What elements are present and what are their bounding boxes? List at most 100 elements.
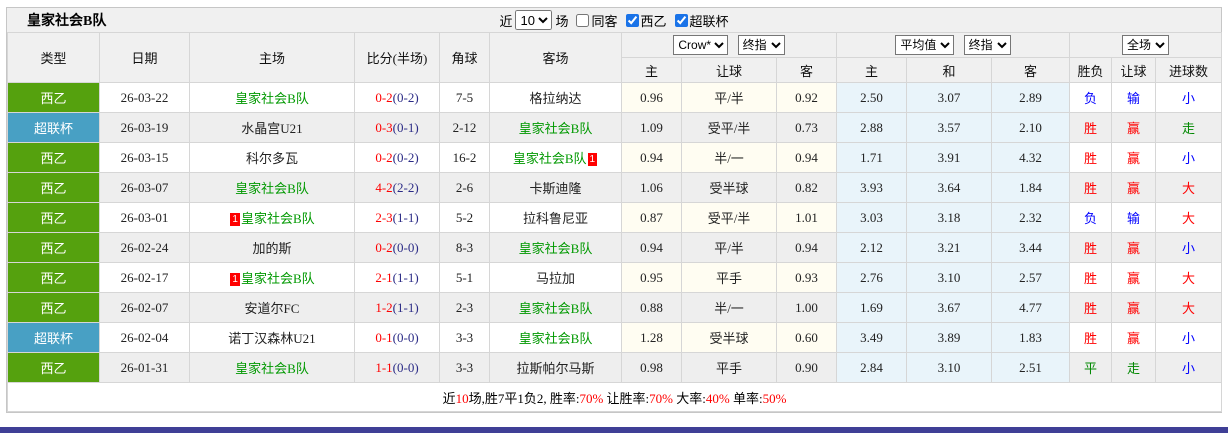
home-team-cell[interactable]: 科尔多瓦 [189,142,355,173]
home-team-cell[interactable]: 水晶宫U21 [189,112,355,143]
result-cell: 负 [1069,82,1113,113]
avg-draw-cell: 3.10 [906,352,993,383]
handicap-result-cell: 赢 [1111,322,1157,353]
away-team-cell[interactable]: 皇家社会B队 1 [489,142,622,173]
date-cell: 26-02-04 [99,322,190,353]
home-team-cell[interactable]: 安道尔FC [189,292,355,323]
goals-cell: 小 [1155,352,1223,383]
home-team-cell[interactable]: 皇家社会B队 [189,172,355,203]
away-team-cell[interactable]: 皇家社会B队 [489,292,622,323]
home-team-cell[interactable]: 1 皇家社会B队 [189,262,355,293]
odds-away-cell: 0.82 [775,172,838,203]
rank-badge: 1 [230,213,240,226]
away-team-cell[interactable]: 皇家社会B队 [489,232,622,263]
match-row: 西乙 26-03-15 科尔多瓦 0-2(0-2) 16-2 皇家社会B队 1 0.94 半/一… [7,142,1223,173]
avg-away-cell: 2.51 [991,352,1071,383]
odds-time-select-1[interactable]: 终指 [737,35,785,55]
away-team-cell[interactable]: 拉斯帕尔马斯 [489,352,622,383]
col-avg-draw: 和 [906,57,993,83]
team-name[interactable]: 皇家社会B队 [241,271,315,286]
same-away-checkbox[interactable] [576,13,590,27]
score-cell: 0-2(0-0) [354,232,440,263]
col-handicap-result: 让球 [1111,57,1157,83]
team-name[interactable]: 皇家社会B队 [519,241,593,256]
col-result: 胜负 [1069,57,1113,83]
team-name[interactable]: 皇家社会B队 [241,211,315,226]
scope-header: 全场 [1069,32,1223,58]
odds-away-cell: 0.73 [775,112,838,143]
team-name[interactable]: 皇家社会B队 [235,361,309,376]
panel-title-bar: 皇家社会B队 近 10 场 同客 西乙 超联杯 [7,8,1221,32]
match-count-select[interactable]: 10 [515,10,553,30]
goals-cell: 小 [1155,82,1223,113]
filter-controls: 近 10 场 同客 西乙 超联杯 [7,8,1221,32]
team-name[interactable]: 皇家社会B队 [235,181,309,196]
odds-away-cell: 0.93 [775,262,838,293]
goals-cell: 小 [1155,322,1223,353]
odds-away-cell: 0.94 [775,142,838,173]
odds-handicap-cell: 平手 [681,262,777,293]
league-chaolianbei-checkbox[interactable] [674,13,688,27]
team-name[interactable]: 皇家社会B队 [519,331,593,346]
team-name[interactable]: 水晶宫U21 [241,121,302,136]
away-team-cell[interactable]: 卡斯迪隆 [489,172,622,203]
match-row: 西乙 26-02-07 安道尔FC 1-2(1-1) 2-3 皇家社会B队 0.88 半/一 1… [7,292,1223,323]
home-team-cell[interactable]: 加的斯 [189,232,355,263]
date-cell: 26-03-22 [99,82,190,113]
team-name[interactable]: 安道尔FC [245,301,300,316]
team-name[interactable]: 卡斯迪隆 [529,181,581,196]
score-cell: 1-2(1-1) [354,292,440,323]
odds-handicap-cell: 半/一 [681,292,777,323]
home-team-cell[interactable]: 皇家社会B队 [189,82,355,113]
odds-company-select[interactable]: Crow* [673,35,729,55]
league-type-cell: 西乙 [7,292,100,323]
team-name[interactable]: 拉科鲁尼亚 [523,211,588,226]
team-name[interactable]: 格拉纳达 [529,91,581,106]
odds-handicap-cell: 受平/半 [681,202,777,233]
team-name[interactable]: 皇家社会B队 [519,301,593,316]
league-xiyi-checkbox[interactable] [625,13,639,27]
team-name[interactable]: 拉斯帕尔马斯 [516,361,594,376]
team-name[interactable]: 诺丁汉森林U21 [228,331,315,346]
average-select[interactable]: 平均值 [895,35,955,55]
away-team-cell[interactable]: 格拉纳达 [489,82,622,113]
avg-home-cell: 1.71 [836,142,908,173]
col-date: 日期 [99,32,190,83]
match-row: 西乙 26-02-17 1 皇家社会B队 2-1(1-1) 5-1 马拉加 0.95 平手 0.9… [7,262,1223,293]
goals-cell: 大 [1155,292,1223,323]
date-cell: 26-02-24 [99,232,190,263]
home-team-cell[interactable]: 诺丁汉森林U21 [189,322,355,353]
match-row: 西乙 26-03-07 皇家社会B队 4-2(2-2) 2-6 卡斯迪隆 1.06 受半球 0.… [7,172,1223,203]
goals-cell: 小 [1155,142,1223,173]
handicap-result-cell: 走 [1111,352,1157,383]
odds-home-cell: 1.06 [621,172,682,203]
away-team-cell[interactable]: 皇家社会B队 [489,112,622,143]
handicap-result-cell: 赢 [1111,112,1157,143]
avg-draw-cell: 3.64 [906,172,993,203]
match-row: 西乙 26-03-22 皇家社会B队 0-2(0-2) 7-5 格拉纳达 0.96 平/半 0.… [7,82,1223,113]
unit-label: 场 [555,13,569,29]
avg-draw-cell: 3.18 [906,202,993,233]
avg-draw-cell: 3.57 [906,112,993,143]
odds-time-select-2[interactable]: 终指 [963,35,1011,55]
team-name[interactable]: 马拉加 [536,271,575,286]
team-name[interactable]: 科尔多瓦 [246,151,298,166]
odds-handicap-cell: 平/半 [681,82,777,113]
team-name[interactable]: 皇家社会B队 [519,121,593,136]
scope-select[interactable]: 全场 [1122,35,1170,55]
header-row-selects: 类型 日期 主场 比分(半场) 角球 客场 Crow* 终指 平均值 终指 全场 [7,32,1223,83]
league-type-cell: 西乙 [7,232,100,263]
league-xiyi-label: 西乙 [640,13,667,29]
handicap-result-cell: 输 [1111,202,1157,233]
home-team-cell[interactable]: 皇家社会B队 [189,352,355,383]
away-team-cell[interactable]: 马拉加 [489,262,622,293]
home-team-cell[interactable]: 1 皇家社会B队 [189,202,355,233]
league-type-cell: 西乙 [7,262,100,293]
team-name[interactable]: 加的斯 [252,241,291,256]
team-name[interactable]: 皇家社会B队 [513,151,587,166]
away-team-cell[interactable]: 拉科鲁尼亚 [489,202,622,233]
team-name[interactable]: 皇家社会B队 [235,91,309,106]
away-team-cell[interactable]: 皇家社会B队 [489,322,622,353]
result-cell: 胜 [1069,262,1113,293]
date-cell: 26-03-19 [99,112,190,143]
